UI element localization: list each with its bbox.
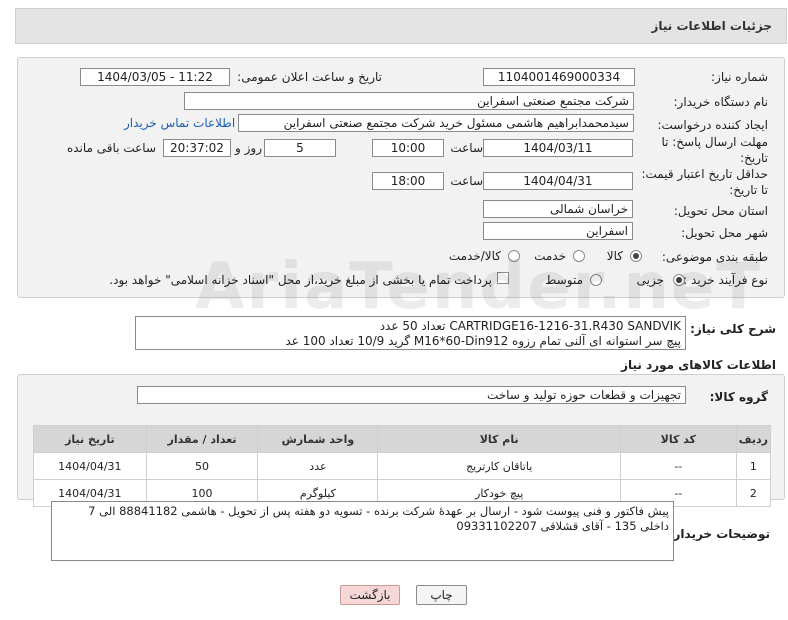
goods-table-header: ردیف کد کالا نام کالا واحد شمارش تعداد /… [33, 425, 772, 453]
col-unit: واحد شمارش [257, 425, 379, 453]
city-field[interactable]: اسفراین [483, 222, 633, 240]
days-remaining-field[interactable]: 5 [264, 139, 336, 157]
col-qty: تعداد / مقدار [145, 425, 259, 453]
table-row: 1 -- یاتاقان کارتریج عدد 50 1404/04/31 [33, 452, 772, 480]
province-label: استان محل تحویل: [673, 204, 768, 218]
days-label: روز و [235, 141, 262, 155]
buyer-notes-label: توضیحات خریدار: [668, 527, 770, 541]
remaining-time-label: ساعت باقی مانده [66, 141, 156, 155]
col-date: تاریخ نیاز [33, 425, 147, 453]
price-valid-time-field[interactable]: 18:00 [372, 172, 444, 190]
price-valid-time-label: ساعت [450, 174, 483, 188]
description-line-2: پیچ سر استوانه ای آلنی تمام رزوه M16*60-… [285, 334, 681, 348]
reply-date-field[interactable]: 1404/03/11 [483, 139, 633, 157]
announce-datetime-field[interactable]: 1404/03/05 - 11:22 [80, 68, 230, 86]
cell-date: 1404/04/31 [33, 452, 147, 480]
remaining-time-field[interactable]: 20:37:02 [163, 139, 231, 157]
cell-row: 1 [735, 452, 772, 480]
cell-qty: 50 [145, 452, 259, 480]
description-line-1: CARTRIDGE16-1216-31.R430 SANDVIK تعداد 5… [379, 319, 681, 333]
general-description-label: شرح کلی نیاز: [690, 322, 776, 336]
price-valid-date-field[interactable]: 1404/04/31 [483, 172, 633, 190]
reply-deadline-label-line1: مهلت ارسال پاسخ: تا [661, 135, 768, 149]
print-button[interactable]: چاپ [416, 585, 467, 605]
announce-datetime-label: تاریخ و ساعت اعلان عمومی: [237, 70, 382, 84]
goods-group-label: گروه کالا: [709, 390, 768, 404]
requester-label: ایجاد کننده درخواست: [657, 118, 768, 132]
need-number-field[interactable]: 1104001469000334 [483, 68, 635, 86]
need-number-label: شماره نیاز: [711, 70, 768, 84]
buyer-notes-box[interactable]: پیش فاکتور و فنی پیوست شود - ارسال بر عه… [51, 501, 674, 561]
buyer-org-label: نام دستگاه خریدار: [673, 95, 769, 109]
goods-section-title: اطلاعات کالاهای مورد نیاز [621, 358, 776, 372]
page-title: جزئیات اطلاعات نیاز [651, 19, 772, 33]
back-button[interactable]: بازگشت [340, 585, 400, 605]
requester-field[interactable]: سیدمحمدابراهیم هاشمی مسئول خرید شرکت مجت… [238, 114, 634, 132]
cell-name: یاتاقان کارتریج [377, 452, 621, 480]
col-row: ردیف [735, 425, 772, 453]
city-label: شهر محل تحویل: [681, 226, 768, 240]
site-watermark: AriaTender.neT [195, 250, 762, 324]
buyer-notes-line-2: داخلی 135 - آقای قشلاقی 09331102207 [456, 519, 669, 533]
col-code: کد کالا [619, 425, 737, 453]
header-bar: جزئیات اطلاعات نیاز [15, 8, 787, 44]
cell-code: -- [619, 452, 737, 480]
buyer-notes-line-1: پیش فاکتور و فنی پیوست شود - ارسال بر عه… [88, 504, 669, 518]
reply-time-field[interactable]: 10:00 [372, 139, 444, 157]
reply-time-label: ساعت [450, 141, 483, 155]
reply-deadline-label-line2: تاریخ: [740, 151, 768, 165]
goods-group-field[interactable]: تجهیزات و قطعات حوزه تولید و ساخت [137, 386, 686, 404]
col-name: نام کالا [377, 425, 621, 453]
goods-table: ردیف کد کالا نام کالا واحد شمارش تعداد /… [33, 425, 772, 507]
cell-unit: عدد [257, 452, 379, 480]
price-valid-label-line1: حداقل تاریخ اعتبار قیمت: [641, 167, 768, 181]
price-valid-label-line2: تا تاریخ: [729, 183, 768, 197]
buyer-org-field[interactable]: شرکت مجتمع صنعتی اسفراین [184, 92, 634, 110]
general-description-box[interactable]: CARTRIDGE16-1216-31.R430 SANDVIK تعداد 5… [135, 316, 686, 350]
buyer-contact-link[interactable]: اطلاعات تماس خریدار [124, 116, 235, 130]
province-field[interactable]: خراسان شمالی [483, 200, 633, 218]
cell-row: 2 [735, 479, 772, 507]
